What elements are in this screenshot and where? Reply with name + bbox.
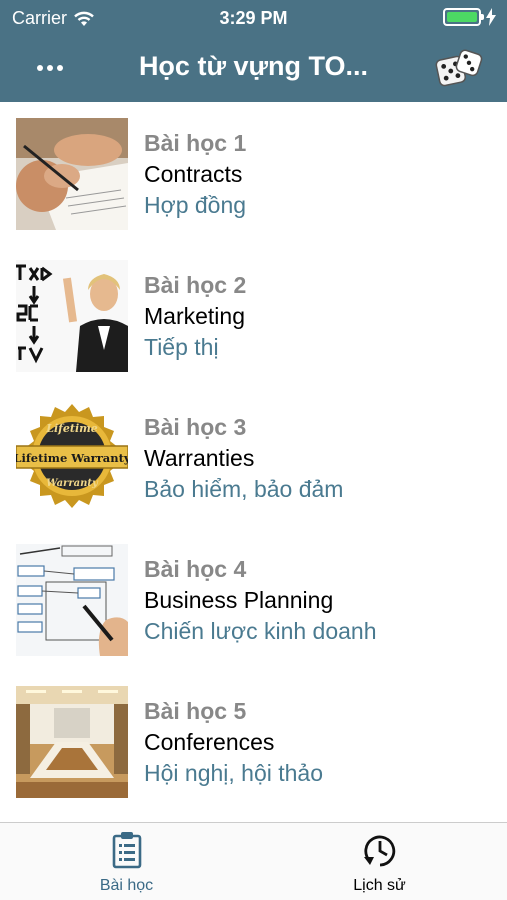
lesson-thumbnail: Lifetime Lifetime Warranty Warranty [16, 402, 128, 514]
tab-history[interactable]: Lịch sử [253, 823, 506, 900]
lesson-title-en: Contracts [144, 161, 243, 187]
tab-history-label: Lịch sử [353, 877, 406, 894]
lesson-title-vi: Chiến lược kinh doanh [144, 618, 377, 644]
battery-indicator [443, 8, 497, 26]
status-bar: Carrier 3:29 PM [0, 0, 507, 36]
lesson-thumbnail [16, 260, 128, 372]
lesson-title-vi: Hội nghị, hội thảo [144, 760, 324, 786]
marketing-whiteboard-image [16, 260, 128, 372]
lesson-number: Bài học 1 [144, 130, 247, 156]
battery-fill [447, 12, 477, 22]
seal-middle-text: Lifetime Warranty [16, 451, 128, 465]
lesson-thumbnail [16, 544, 128, 656]
seal-bottom-text: Warranty [46, 478, 99, 489]
lesson-row-4[interactable]: Bài học 4 Business Planning Chiến lược k… [0, 528, 507, 670]
charging-bolt-icon [486, 8, 496, 26]
lesson-title-en: Business Planning [144, 587, 334, 613]
contract-signing-image [16, 118, 128, 230]
lesson-number: Bài học 2 [144, 272, 247, 298]
seal-top-text: Lifetime [45, 422, 98, 435]
lesson-thumbnail [16, 686, 128, 798]
lesson-title-vi: Bảo hiểm, bảo đảm [144, 476, 344, 502]
page-title: Học từ vựng TO... [138, 51, 369, 81]
lesson-title-vi: Tiếp thị [144, 334, 219, 360]
tab-lessons-label: Bài học [99, 877, 154, 894]
lesson-number: Bài học 5 [144, 698, 247, 724]
lesson-row-5[interactable]: Bài học 5 Conferences Hội nghị, hội thảo [0, 670, 507, 812]
clipboard-list-icon [112, 832, 141, 869]
tab-bar: Bài học Lịch sử [0, 822, 507, 900]
random-dice-button[interactable] [435, 48, 483, 90]
lesson-number: Bài học 3 [144, 414, 247, 440]
battery-icon [443, 8, 484, 26]
tab-lessons[interactable]: Bài học [0, 823, 253, 900]
history-clock-icon [363, 835, 395, 867]
navigation-bar: Học từ vựng TO... [0, 36, 507, 102]
top-bar: Carrier 3:29 PM Học từ vựng TO... [0, 0, 507, 102]
strategy-flowchart-image [16, 544, 128, 656]
lifetime-warranty-seal-image: Lifetime Lifetime Warranty Warranty [16, 402, 128, 514]
lesson-thumbnail [16, 118, 128, 230]
dice-icon [435, 49, 483, 87]
lesson-title-en: Conferences [144, 729, 275, 755]
more-options-button[interactable] [32, 52, 68, 84]
lesson-row-1[interactable]: Bài học 1 Contracts Hợp đồng [0, 102, 507, 244]
lesson-title-en: Warranties [144, 445, 255, 471]
lesson-row-2[interactable]: Bài học 2 Marketing Tiếp thị [0, 244, 507, 386]
lesson-number: Bài học 4 [144, 556, 247, 582]
conference-room-image [16, 686, 128, 798]
lesson-title-en: Marketing [144, 303, 245, 329]
lesson-title-vi: Hợp đồng [144, 192, 247, 218]
ellipsis-icon [37, 65, 63, 71]
lesson-row-3[interactable]: Lifetime Lifetime Warranty Warranty Bài … [0, 386, 507, 528]
status-time: 3:29 PM [219, 8, 288, 28]
